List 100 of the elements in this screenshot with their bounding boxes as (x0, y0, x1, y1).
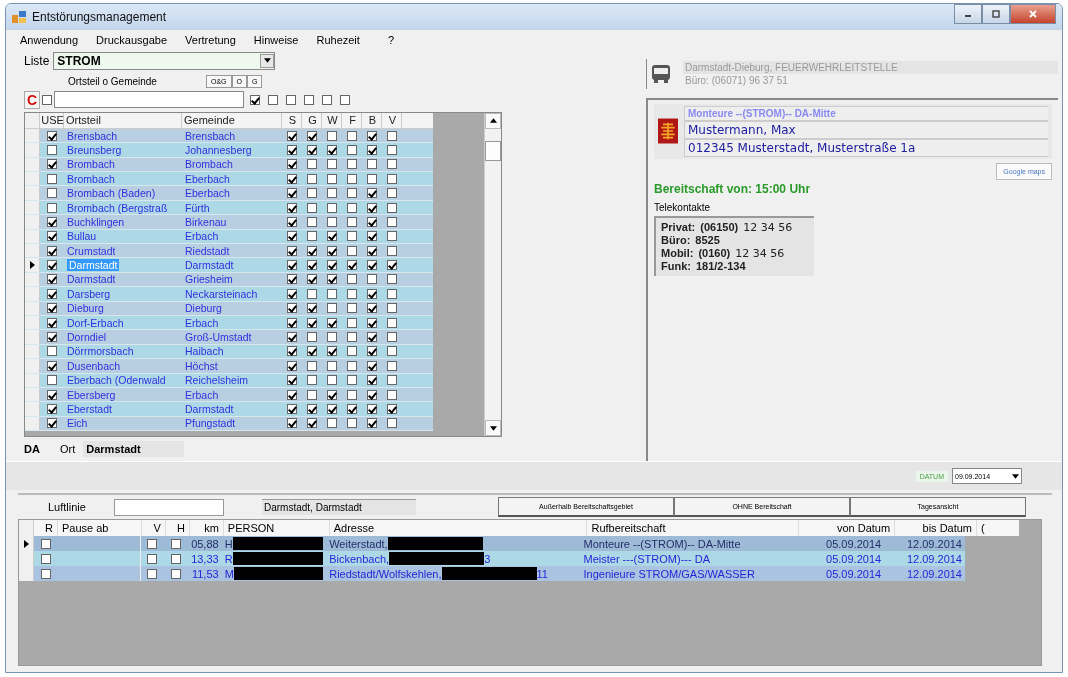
checkbox[interactable] (387, 202, 397, 213)
checkbox[interactable] (171, 568, 182, 579)
checkbox[interactable] (327, 231, 337, 242)
checkbox[interactable] (387, 274, 397, 285)
grid-row[interactable]: Dorndiel Groß-Umstadt (25, 330, 433, 345)
checkbox[interactable] (147, 553, 158, 564)
checkbox[interactable] (387, 130, 397, 141)
checkbox[interactable] (47, 332, 57, 342)
checkbox[interactable] (327, 188, 337, 199)
checkbox[interactable] (307, 360, 317, 371)
checkbox[interactable] (367, 245, 377, 256)
checkbox[interactable] (327, 260, 337, 271)
scroll-down-icon[interactable] (489, 425, 497, 431)
checkbox[interactable] (387, 231, 397, 242)
checkbox[interactable] (367, 188, 377, 199)
checkbox[interactable] (287, 360, 297, 371)
checkbox[interactable] (268, 94, 278, 105)
checkbox[interactable] (307, 317, 317, 328)
checkbox[interactable] (322, 94, 332, 105)
checkbox[interactable] (347, 173, 357, 184)
checkbox[interactable] (307, 274, 317, 285)
checkbox[interactable] (367, 231, 377, 242)
checkbox[interactable] (387, 159, 397, 170)
checkbox[interactable] (287, 303, 297, 314)
filter-input[interactable] (54, 91, 244, 109)
checkbox[interactable] (387, 346, 397, 357)
grid-row[interactable]: Brombach Eberbach (25, 172, 433, 187)
checkbox[interactable] (327, 245, 337, 256)
checkbox[interactable] (307, 260, 317, 271)
checkbox[interactable] (347, 144, 357, 155)
checkbox[interactable] (47, 274, 57, 285)
scroll-thumb[interactable] (485, 140, 501, 161)
checkbox[interactable] (307, 332, 317, 342)
close-button[interactable] (1010, 4, 1056, 24)
checkbox[interactable] (367, 130, 377, 141)
checkbox[interactable] (307, 389, 317, 400)
grid-row[interactable]: Dusenbach Höchst (25, 359, 433, 374)
checkbox[interactable] (307, 245, 317, 256)
checkbox[interactable] (171, 553, 182, 564)
checkbox[interactable] (327, 216, 337, 227)
checkbox[interactable] (287, 130, 297, 141)
grid-row[interactable]: Brombach (Baden) Eberbach (25, 186, 433, 201)
checkbox[interactable] (367, 303, 377, 314)
checkbox[interactable] (347, 332, 357, 342)
checkbox[interactable] (47, 173, 57, 184)
checkbox[interactable] (47, 216, 57, 227)
checkbox[interactable] (307, 418, 317, 429)
checkbox[interactable] (307, 144, 317, 155)
checkbox[interactable] (387, 403, 397, 414)
checkbox[interactable] (147, 538, 158, 549)
checkbox[interactable] (367, 144, 377, 155)
scroll-up-icon[interactable] (489, 118, 497, 124)
checkbox[interactable] (287, 173, 297, 184)
checkbox[interactable] (327, 360, 337, 371)
liste-dropdown[interactable]: STROM (53, 51, 276, 70)
checkbox[interactable] (367, 202, 377, 213)
menu-item[interactable]: ? (385, 34, 396, 46)
checkbox[interactable] (367, 375, 377, 386)
checkbox[interactable] (287, 375, 297, 386)
checkbox[interactable] (147, 568, 158, 579)
checkbox[interactable] (47, 418, 57, 429)
checkbox[interactable] (367, 274, 377, 285)
checkbox[interactable] (367, 216, 377, 227)
checkbox[interactable] (47, 360, 57, 371)
checkbox[interactable] (347, 303, 357, 314)
checkbox[interactable] (287, 389, 297, 400)
checkbox[interactable] (340, 94, 350, 105)
checkbox[interactable] (40, 553, 51, 564)
checkbox[interactable] (367, 159, 377, 170)
grid-row[interactable]: 05,88 H Weiterstadt, Monteure --(STROM)-- DA-Mitte 05.09.2014 12.09.2014 (19, 536, 965, 551)
checkbox[interactable] (47, 159, 57, 170)
minimize-button[interactable] (954, 4, 982, 24)
checkbox[interactable] (347, 159, 357, 170)
checkbox[interactable] (47, 303, 57, 314)
checkbox[interactable] (347, 274, 357, 285)
column-header[interactable]: ( (977, 520, 1019, 536)
checkbox[interactable] (307, 303, 317, 314)
checkbox[interactable] (347, 231, 357, 242)
checkbox[interactable] (47, 317, 57, 328)
checkbox[interactable] (387, 360, 397, 371)
checkbox[interactable] (347, 216, 357, 227)
checkbox[interactable] (47, 403, 57, 414)
checkbox[interactable] (286, 94, 296, 105)
checkbox[interactable] (327, 144, 337, 155)
checkbox[interactable] (307, 231, 317, 242)
grid-row[interactable]: 13,33 R Bickenbach, 3 Meister ---(STROM)--- DA 05.09.2014 12.09.2014 (19, 551, 965, 566)
checkbox[interactable] (327, 274, 337, 285)
checkbox[interactable] (42, 94, 52, 105)
checkbox[interactable] (47, 288, 57, 299)
checkbox[interactable] (387, 317, 397, 328)
checkbox[interactable] (327, 317, 337, 328)
grid-row[interactable]: Darsberg Neckarsteinach (25, 287, 433, 302)
checkbox[interactable] (327, 403, 337, 414)
checkbox[interactable] (327, 202, 337, 213)
checkbox[interactable] (367, 332, 377, 342)
checkbox[interactable] (367, 317, 377, 328)
checkbox[interactable] (47, 389, 57, 400)
checkbox[interactable] (47, 346, 57, 357)
grid-row[interactable]: Buchklingen Birkenau (25, 215, 433, 230)
checkbox[interactable] (367, 173, 377, 184)
